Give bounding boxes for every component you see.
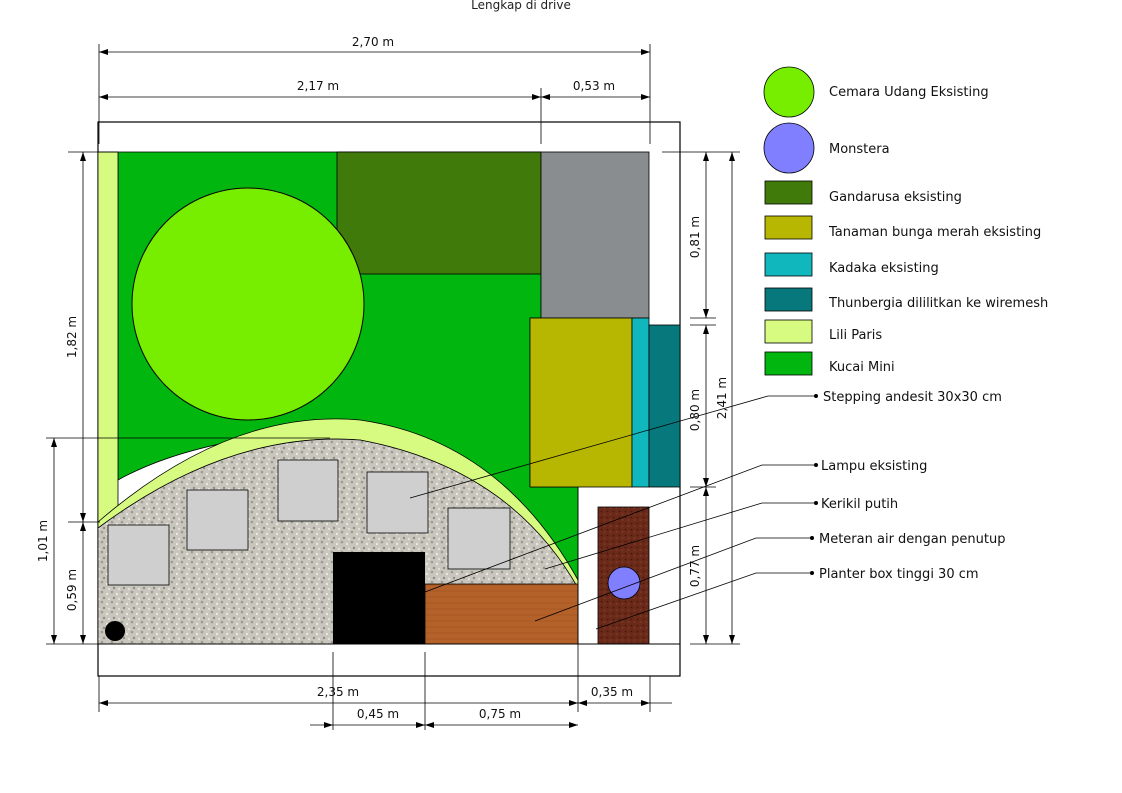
gandarusa-bed: [336, 151, 542, 275]
legend-label-cemara: Cemara Udang Eksisting: [829, 85, 989, 100]
dim-right-mid: 0,80 m: [688, 389, 702, 431]
callout-stepping: Stepping andesit 30x30 cm: [823, 390, 1002, 405]
grey-paving: [540, 151, 650, 319]
stepping-stone: [366, 471, 429, 534]
stepping-stone: [186, 489, 249, 551]
dim-left-upper: 1,82 m: [65, 316, 79, 358]
dim-left-lower-inner: 0,59 m: [65, 569, 79, 611]
water-meter: [333, 552, 425, 644]
stepping-stone: [107, 524, 170, 586]
dim-bottom-planter: 0,75 m: [479, 707, 521, 721]
legend-swatch-gandarusa: [764, 180, 813, 205]
legend-swatch-bunga-merah: [764, 215, 813, 240]
cemara-udang-tree: [131, 187, 365, 421]
legend-label-lili-paris: Lili Paris: [829, 328, 882, 343]
planter-box-low: [424, 583, 579, 645]
legend-label-thunbergia: Thunbergia dililitkan ke wiremesh: [828, 296, 1048, 311]
dim-bottom-left: 2,35 m: [317, 685, 359, 699]
callout-kerikil: Kerikil putih: [821, 497, 898, 512]
kadaka-strip: [631, 317, 650, 488]
legend-label-kadaka: Kadaka eksisting: [829, 261, 939, 276]
dim-right-bottom: 0,77 m: [688, 545, 702, 587]
stepping-stone: [447, 507, 511, 570]
dim-top-left: 2,17 m: [297, 79, 339, 93]
legend-label-monstera: Monstera: [829, 142, 890, 157]
bunga-merah-bed: [529, 317, 633, 488]
stepping-stone: [277, 459, 339, 522]
legend-swatch-thunbergia: [764, 287, 813, 312]
legend: Cemara Udang Eksisting Monstera Gandarus…: [763, 66, 1048, 376]
legend-label-kucai-mini: Kucai Mini: [829, 360, 895, 375]
dim-bottom-meter: 0,45 m: [357, 707, 399, 721]
legend-swatch-monstera: [763, 122, 815, 174]
legend-swatch-kucai-mini: [764, 351, 813, 376]
lili-paris-strip: [97, 151, 119, 523]
dim-left-lower-outer: 1,01 m: [36, 520, 50, 562]
callout-lampu: Lampu eksisting: [821, 459, 927, 474]
legend-label-gandarusa: Gandarusa eksisting: [829, 190, 962, 205]
caption: Lengkap di drive: [471, 0, 571, 12]
legend-swatch-cemara: [763, 66, 815, 118]
callout-planter: Planter box tinggi 30 cm: [819, 567, 979, 582]
dim-right-top: 0,81 m: [688, 216, 702, 258]
dim-top-total: 2,70 m: [352, 35, 394, 49]
garden-plan: Lengkap di drive 2,70 m 2,17 m 0,53 m 1,…: [36, 0, 1048, 730]
dim-bottom-right: 0,35 m: [591, 685, 633, 699]
dim-top-right: 0,53 m: [573, 79, 615, 93]
dim-right-total: 2,41 m: [715, 377, 729, 419]
thunbergia-strip: [648, 324, 681, 488]
legend-swatch-lili-paris: [764, 319, 813, 344]
legend-label-bunga-merah: Tanaman bunga merah eksisting: [828, 225, 1041, 240]
legend-swatch-kadaka: [764, 252, 813, 277]
callout-meteran: Meteran air dengan penutup: [819, 532, 1005, 547]
lamp-icon: [105, 621, 125, 641]
